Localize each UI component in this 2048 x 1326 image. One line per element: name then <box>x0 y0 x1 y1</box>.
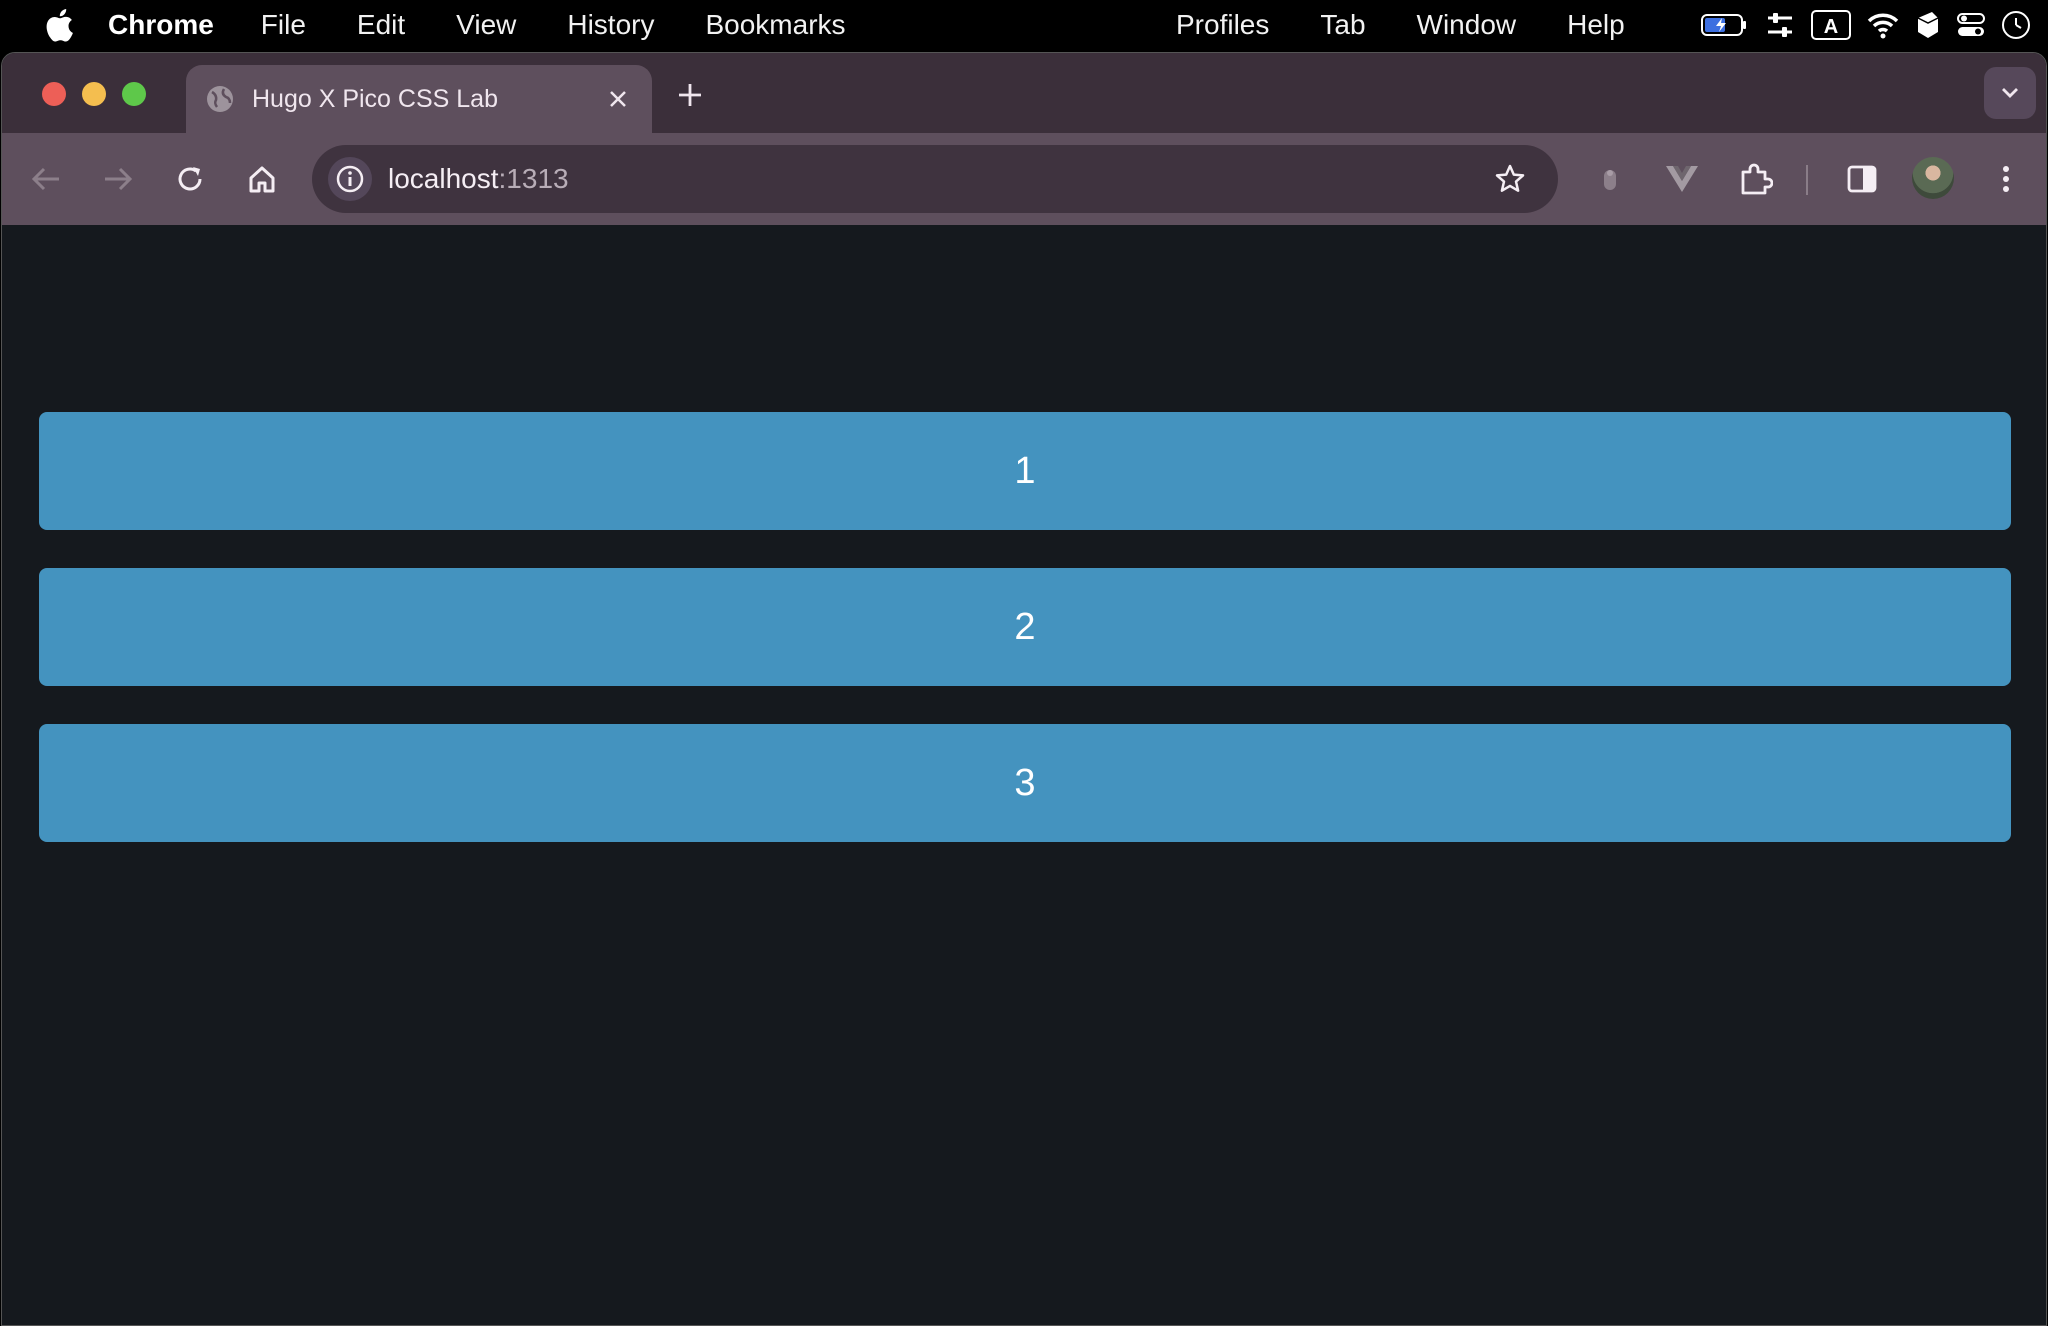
tab-active[interactable]: Hugo X Pico CSS Lab <box>186 65 652 133</box>
window-minimize-button[interactable] <box>82 82 106 106</box>
address-host: localhost <box>388 163 499 194</box>
page-content: 1 2 3 <box>2 225 2046 1325</box>
status-icons: A <box>1700 8 2032 42</box>
menu-icon[interactable] <box>1986 159 2026 199</box>
globe-icon <box>204 83 236 115</box>
toolbar-divider <box>1806 165 1808 195</box>
apple-icon[interactable] <box>42 8 76 42</box>
grid-item-3: 3 <box>39 724 2011 842</box>
avatar[interactable] <box>1912 157 1954 199</box>
menu-profiles[interactable]: Profiles <box>1176 9 1269 41</box>
menu-view[interactable]: View <box>456 9 516 41</box>
browser-window: Hugo X Pico CSS Lab localhost:1313 1 2 … <box>1 52 2047 1326</box>
tab-strip: Hugo X Pico CSS Lab <box>2 53 2046 133</box>
grid-item-2: 2 <box>39 568 2011 686</box>
close-icon[interactable] <box>602 83 634 115</box>
forward-icon[interactable] <box>98 159 138 199</box>
clock-icon[interactable] <box>2000 8 2032 42</box>
new-tab-button[interactable] <box>670 75 710 115</box>
input-source-icon[interactable]: A <box>1810 8 1852 42</box>
window-maximize-button[interactable] <box>122 82 146 106</box>
menu-tab[interactable]: Tab <box>1320 9 1365 41</box>
info-icon[interactable] <box>328 157 372 201</box>
side-panel-icon[interactable] <box>1842 159 1882 199</box>
control-center-icon[interactable] <box>1956 8 1986 42</box>
input-source-letter: A <box>1824 16 1838 38</box>
menu-bookmarks[interactable]: Bookmarks <box>705 9 845 41</box>
reload-icon[interactable] <box>170 159 210 199</box>
menu-file[interactable]: File <box>261 9 306 41</box>
back-icon[interactable] <box>26 159 66 199</box>
wifi-icon[interactable] <box>1866 8 1900 42</box>
tab-title: Hugo X Pico CSS Lab <box>252 84 498 113</box>
tab-search-button[interactable] <box>1984 67 2036 119</box>
menu-app-name[interactable]: Chrome <box>108 9 214 41</box>
window-close-button[interactable] <box>42 82 66 106</box>
menu-help[interactable]: Help <box>1567 9 1625 41</box>
control-sliders-icon[interactable] <box>1764 8 1796 42</box>
macos-menu-bar: Chrome File Edit View History Bookmarks … <box>0 0 2048 50</box>
menu-edit[interactable]: Edit <box>357 9 405 41</box>
extension-mouse-icon[interactable] <box>1590 159 1630 199</box>
star-icon[interactable] <box>1492 161 1528 197</box>
app-icon[interactable] <box>1914 8 1942 42</box>
grid-item-1: 1 <box>39 412 2011 530</box>
vue-devtools-icon[interactable] <box>1662 159 1702 199</box>
menu-history[interactable]: History <box>567 9 654 41</box>
home-icon[interactable] <box>242 159 282 199</box>
address-bar[interactable]: localhost :1313 <box>312 145 1558 213</box>
address-port: :1313 <box>498 163 569 194</box>
browser-toolbar: localhost :1313 <box>2 133 2046 225</box>
menu-right-group: Profiles Tab Window Help <box>1176 9 1676 41</box>
extensions-icon[interactable] <box>1736 159 1776 199</box>
battery-icon[interactable] <box>1700 8 1750 42</box>
menu-window[interactable]: Window <box>1417 9 1517 41</box>
